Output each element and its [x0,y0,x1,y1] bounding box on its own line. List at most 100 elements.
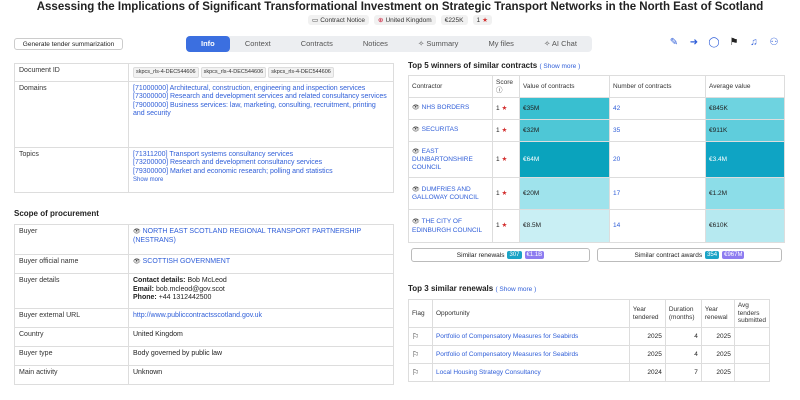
winners-show-more-link[interactable]: ( Show more ) [539,63,580,70]
show-more-link[interactable]: Show more [133,176,389,185]
contractor-name: 👁 SECURITAS [408,119,493,142]
score-cell: 1 ★ [492,97,520,120]
add-user-icon[interactable]: ⚇ [768,37,780,49]
winners-header-row: Contractor Score ⓘ Value of contracts Num… [408,75,785,98]
score-chip: 1 ★ [472,15,492,25]
count-cell[interactable]: 35 [609,119,706,142]
action-toolbar: ✎ ➜ ◯ ⚑ ♫ ⚇ [668,37,780,49]
generate-summary-button[interactable]: Generate tender summarization [14,38,123,50]
info-table: Document ID skpcs_rls-4-DEC544606 skpcs_r… [14,63,394,193]
winner-row[interactable]: 👁 EAST DUNBARTONSHIRE COUNCIL 1 ★ €64M 20… [408,141,785,178]
doc-id-label: Document ID [14,63,129,82]
country-value: United Kingdom [128,327,394,347]
star-icon: ★ [501,126,508,134]
topics-values: [71311200] Transport systems consultancy… [128,146,394,193]
bell-icon[interactable]: ♫ [748,37,760,49]
winners-title: Top 5 winners of similar contracts ( Sho… [408,61,581,70]
type-value: Body governed by public law [128,346,394,366]
topic-link[interactable]: [73200000] Research and development cons… [133,159,389,168]
comment-icon[interactable]: ◯ [708,37,720,49]
official-row: Buyer official name 👁 SCOTTISH GOVERNMENT [14,254,394,274]
col-average: Average value [705,75,785,98]
url-value: http://www.publiccontractsscotland.gov.u… [128,308,394,328]
scope-title: Scope of procurement [14,209,99,218]
opportunity-link[interactable]: Local Housing Strategy Consultancy [431,363,630,382]
contractor-name: 👁 THE CITY OF EDINBURGH COUNCIL [408,209,493,243]
official-label: Buyer official name [14,254,129,274]
winner-row[interactable]: 👁 NHS BORDERS 1 ★ €35M 42 €845K [408,97,785,120]
flag-icon[interactable]: ⚐ [408,327,433,346]
winners-table: Contractor Score ⓘ Value of contracts Num… [408,75,785,243]
col-duration: Duration (months) [664,299,702,328]
renewals-show-more-link[interactable]: ( Show more ) [495,286,536,293]
contact-name: Bob McLeod [187,277,227,284]
average-cell: €610K [705,209,785,243]
value-chip: €225K [440,15,468,25]
average-cell: €1.2M [705,177,785,210]
value-cell: €35M [519,97,610,120]
edit-icon[interactable]: ✎ [668,37,680,49]
renewals-table: Flag Opportunity Year tendered Duration … [408,299,771,382]
star-icon: ★ [501,104,508,112]
duration: 4 [664,327,702,346]
topic-link[interactable]: [71311200] Transport systems consultancy… [133,151,389,160]
tab-ai-chat[interactable]: ✧ AI Chat [529,36,592,52]
tab-info[interactable]: Info [186,36,230,52]
count-cell[interactable]: 17 [609,177,706,210]
col-count: Number of contracts [609,75,706,98]
count-cell[interactable]: 20 [609,141,706,178]
share-icon[interactable]: ➜ [688,37,700,49]
tab-notices[interactable]: Notices [348,36,403,52]
doc-id-row: Document ID skpcs_rls-4-DEC544606 skpcs_r… [14,63,394,82]
renewal-row[interactable]: ⚐ Portfolio of Compensatory Measures for… [408,345,771,364]
tab-bar: Info Context Contracts Notices ✧ Summary… [186,36,592,52]
contact-email: bob.mcleod@gov.scot [155,285,225,293]
domain-link[interactable]: [71000000] Architectural, construction, … [133,85,389,94]
official-link[interactable]: SCOTTISH GOVERNMENT [143,258,231,265]
tab-summary[interactable]: ✧ Summary [403,36,474,52]
tab-contracts[interactable]: Contracts [286,36,348,52]
similar-renewals-summary[interactable]: Similar renewals 307 €1.1B [411,248,590,262]
topic-link[interactable]: [79300000] Market and economic research;… [133,168,389,177]
url-label: Buyer external URL [14,308,129,328]
flag-icon[interactable]: ⚐ [408,363,433,382]
eye-icon: 👁 [412,219,420,225]
duration: 4 [664,345,702,364]
value-cell: €32M [519,119,610,142]
domain-link[interactable]: [73000000] Research and development serv… [133,93,389,102]
country-row: Country United Kingdom [14,327,394,347]
count-cell[interactable]: 42 [609,97,706,120]
score-cell: 1 ★ [492,209,520,243]
flag-icon[interactable]: ⚑ [728,37,740,49]
average-cell: €911K [705,119,785,142]
type-label: Buyer type [14,346,129,366]
url-row: Buyer external URL http://www.publiccont… [14,308,394,328]
winner-row[interactable]: 👁 THE CITY OF EDINBURGH COUNCIL 1 ★ €8.5M… [408,209,785,243]
domain-link[interactable]: [79000000] Business services: law, marke… [133,102,389,119]
doc-id-chip: skpcs_rls-4-DEC544606 [133,67,199,78]
renewal-row[interactable]: ⚐ Local Housing Strategy Consultancy 202… [408,363,771,382]
count-cell[interactable]: 14 [609,209,706,243]
country-label: Country [14,327,129,347]
winner-row[interactable]: 👁 SECURITAS 1 ★ €32M 35 €911K [408,119,785,142]
average-cell: €845K [705,97,785,120]
flag-icon[interactable]: ⚐ [408,345,433,364]
opportunity-link[interactable]: Portfolio of Compensatory Measures for S… [431,327,630,346]
buyer-link[interactable]: NORTH EAST SCOTLAND REGIONAL TRANSPORT P… [133,228,361,244]
tab-context[interactable]: Context [230,36,286,52]
domains-row: Domains [71000000] Architectural, constr… [14,80,394,148]
buyer-url-link[interactable]: http://www.publiccontractsscotland.gov.u… [133,312,262,319]
similar-awards-summary[interactable]: Similar contract awards 354 €967M [597,248,782,262]
renewals-header-row: Flag Opportunity Year tendered Duration … [408,299,771,328]
tab-my-files[interactable]: My files [473,36,528,52]
year-renewal: 2025 [700,345,735,364]
star-icon: ★ [501,189,508,197]
col-score: Score ⓘ [492,75,520,98]
winner-row[interactable]: 👁 DUMFRIES AND GALLOWAY COUNCIL 1 ★ €20M … [408,177,785,210]
activity-row: Main activity Unknown [14,365,394,385]
avg-tenders [733,363,771,382]
opportunity-link[interactable]: Portfolio of Compensatory Measures for S… [431,345,630,364]
renewal-row[interactable]: ⚐ Portfolio of Compensatory Measures for… [408,327,771,346]
avg-tenders [733,327,771,346]
col-contractor: Contractor [408,75,493,98]
